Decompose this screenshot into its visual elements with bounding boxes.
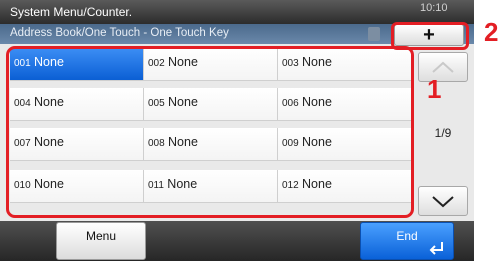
page-indicator: 1/9 xyxy=(434,126,452,140)
key-number: 010 xyxy=(14,180,31,191)
key-name: None xyxy=(302,135,332,149)
clock: 10:10 xyxy=(420,2,448,14)
page-down-button[interactable] xyxy=(418,186,468,216)
key-number: 008 xyxy=(148,138,165,149)
one-touch-key-grid: 001 None 002 None 003 None 004 None 005 … xyxy=(10,48,412,214)
pager: 1/9 xyxy=(418,52,468,218)
key-number: 011 xyxy=(148,180,164,191)
one-touch-key[interactable]: 010 None xyxy=(10,170,144,203)
menu-button[interactable]: Menu xyxy=(56,222,146,260)
delete-icon xyxy=(368,27,380,41)
key-name: None xyxy=(167,177,198,191)
header-bar: System Menu/Counter. 10:10 xyxy=(0,0,474,24)
plus-icon: + xyxy=(423,24,435,46)
one-touch-key[interactable]: 011 None xyxy=(144,170,278,203)
one-touch-key[interactable]: 012 None xyxy=(278,170,412,203)
key-number: 003 xyxy=(282,58,299,69)
one-touch-key[interactable]: 007 None xyxy=(10,128,144,161)
one-touch-key[interactable]: 005 None xyxy=(144,88,278,121)
chevron-down-icon xyxy=(432,196,454,208)
key-name: None xyxy=(34,55,64,69)
subheader-title: Address Book/One Touch - One Touch Key xyxy=(10,27,229,39)
add-button[interactable]: + xyxy=(394,24,464,46)
enter-icon xyxy=(429,242,443,255)
panel-screen: System Menu/Counter. 10:10 Address Book/… xyxy=(0,0,474,261)
one-touch-key[interactable]: 002 None xyxy=(144,48,278,81)
callout-2: 2 xyxy=(484,17,499,47)
key-number: 002 xyxy=(148,58,165,69)
key-name: None xyxy=(34,135,64,149)
one-touch-key[interactable]: 009 None xyxy=(278,128,412,161)
key-name: None xyxy=(168,95,198,109)
key-number: 001 xyxy=(14,58,31,69)
key-number: 012 xyxy=(282,180,299,191)
key-name: None xyxy=(302,55,332,69)
end-button[interactable]: End xyxy=(360,222,454,260)
key-name: None xyxy=(34,177,64,191)
key-name: None xyxy=(302,177,332,191)
callout-1: 1 xyxy=(427,74,442,104)
end-label: End xyxy=(396,229,418,243)
header-title: System Menu/Counter. xyxy=(10,5,133,19)
key-name: None xyxy=(168,135,198,149)
key-name: None xyxy=(168,55,198,69)
one-touch-key[interactable]: 003 None xyxy=(278,48,412,81)
page-up-button[interactable] xyxy=(418,52,468,82)
key-number: 007 xyxy=(14,138,31,149)
one-touch-key[interactable]: 008 None xyxy=(144,128,278,161)
key-name: None xyxy=(302,95,332,109)
key-name: None xyxy=(34,95,64,109)
one-touch-key[interactable]: 006 None xyxy=(278,88,412,121)
key-number: 009 xyxy=(282,138,299,149)
key-number: 006 xyxy=(282,98,299,109)
footer-bar: Menu End xyxy=(0,221,474,261)
one-touch-key[interactable]: 001 None xyxy=(10,48,144,81)
key-number: 004 xyxy=(14,98,31,109)
key-number: 005 xyxy=(148,98,165,109)
one-touch-key[interactable]: 004 None xyxy=(10,88,144,121)
